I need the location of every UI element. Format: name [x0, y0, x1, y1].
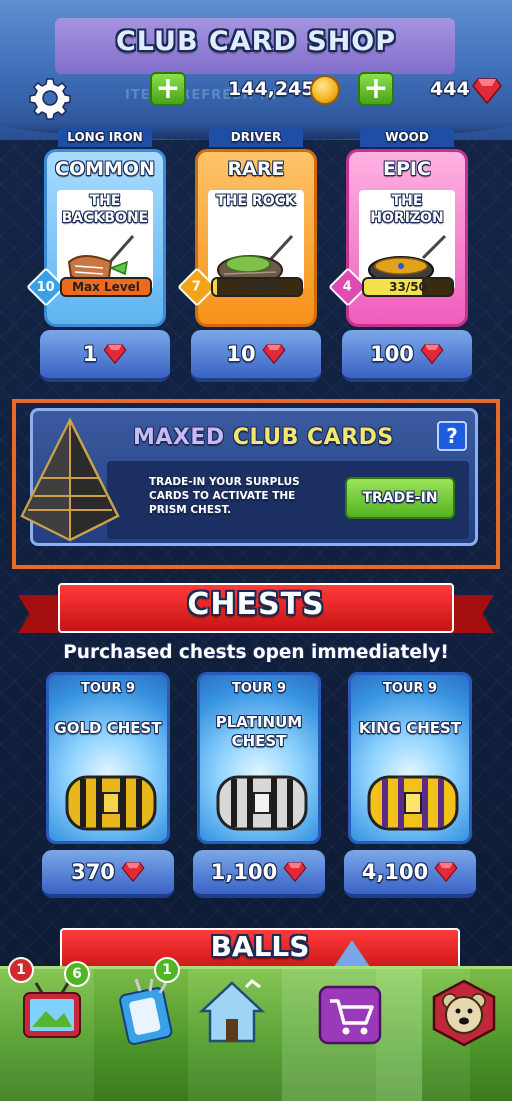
tv-icon [23, 982, 81, 1038]
buy-chest-button[interactable]: 4,100 [344, 850, 476, 898]
nav-tab-shop[interactable] [314, 977, 386, 1049]
chest-name-line2: CHEST [231, 732, 287, 750]
nav-tab-home[interactable] [196, 977, 268, 1049]
platinum-chest-icon [216, 775, 308, 831]
tour-label: TOUR 9 [80, 681, 136, 696]
price-value: 1 [82, 342, 98, 366]
trade-in-button[interactable]: TRADE-IN [345, 477, 455, 519]
balls-heading: BALLS [210, 930, 310, 963]
club-card-driver[interactable]: DRIVER RARE THE ROCK 7 20/400 10 [177, 127, 321, 387]
buy-chest-button[interactable]: 370 [42, 850, 174, 898]
price-value: 4,100 [361, 860, 429, 884]
progress-text: 20/400 [233, 280, 281, 294]
maxed-title: MAXED CLUB CARDS [133, 425, 394, 450]
club-name-line2: HORIZON [370, 210, 444, 226]
gem-balance: 444 [430, 78, 470, 100]
gem-icon [472, 78, 502, 104]
club-type-label: DRIVER [209, 127, 303, 147]
coin-icon [310, 75, 340, 105]
rarity-label: RARE [227, 158, 285, 180]
club-name-line1: THE [89, 193, 121, 209]
chest-name-line1: PLATINUM [215, 713, 303, 731]
price-value: 100 [370, 342, 414, 366]
home-icon [198, 979, 266, 1043]
gem-icon [283, 862, 307, 882]
gem-icon [420, 344, 444, 364]
chests-subtitle: Purchased chests open immediately! [63, 642, 449, 663]
gem-icon [434, 862, 458, 882]
gold-chest-offer[interactable]: TOUR 9 GOLD CHEST 370 [42, 672, 174, 904]
club-card-shop-screen: CLUB CARD SHOP ITEMS REFRESH IN + 144,24… [0, 0, 512, 1101]
gem-icon [121, 862, 145, 882]
chest-card: TOUR 9 GOLD CHEST [46, 672, 170, 844]
club-card-long-iron[interactable]: LONG IRON COMMON THE BACKBONE 10 Max Lev… [26, 127, 170, 387]
help-button[interactable]: ? [437, 421, 467, 451]
buy-card-button[interactable]: 10 [191, 330, 321, 382]
nav-tab-tv[interactable] [16, 977, 88, 1049]
chest-card: TOUR 9 PLATINUM CHEST [197, 672, 321, 844]
club-card-wood[interactable]: WOOD EPIC THE HORIZON 4 33/50 100 [328, 127, 472, 387]
club-name-line1: THE ROCK [216, 193, 296, 209]
card-progress-bar: 20/400 [211, 277, 303, 297]
nav-tab-clubhouse[interactable] [428, 977, 500, 1049]
gem-icon [262, 344, 286, 364]
price-value: 1,100 [210, 860, 278, 884]
king-chest-offer[interactable]: TOUR 9 KING CHEST 4,100 [344, 672, 476, 904]
bottom-nav: 1 6 1 [0, 957, 512, 1101]
card-frame: COMMON THE BACKBONE [44, 149, 166, 327]
rarity-label: COMMON [55, 158, 155, 180]
settings-gear-icon[interactable] [28, 76, 72, 120]
notification-badge: 1 [154, 957, 180, 983]
prism-chest-icon [20, 417, 120, 542]
notification-badge: 1 [8, 957, 34, 983]
platinum-chest-offer[interactable]: TOUR 9 PLATINUM CHEST 1,100 [193, 672, 325, 904]
card-progress-bar: 33/50 [362, 277, 454, 297]
card-art: THE BACKBONE [57, 190, 153, 290]
chest-card: TOUR 9 KING CHEST [348, 672, 472, 844]
page-title: CLUB CARD SHOP [115, 26, 397, 57]
nav-tab-golf-bag[interactable] [110, 977, 182, 1049]
card-art: THE ROCK [208, 190, 304, 290]
club-name-line1: THE [391, 193, 423, 209]
buy-gems-button[interactable]: + [358, 72, 394, 106]
price-value: 370 [71, 860, 115, 884]
progress-text: 33/50 [389, 280, 427, 294]
buy-card-button[interactable]: 1 [40, 330, 170, 382]
golf-bag-icon [119, 978, 173, 1045]
card-frame: RARE THE ROCK [195, 149, 317, 327]
card-frame: EPIC THE HORIZON [346, 149, 468, 327]
chest-name: GOLD CHEST [54, 719, 162, 737]
card-progress-bar: Max Level [60, 277, 152, 297]
coin-balance: 144,245 [228, 78, 315, 100]
bear-icon [432, 979, 496, 1047]
chests-ribbon: CHESTS [18, 583, 494, 635]
buy-card-button[interactable]: 100 [342, 330, 472, 382]
price-value: 10 [226, 342, 256, 366]
tour-label: TOUR 9 [231, 681, 287, 696]
card-art: THE HORIZON [359, 190, 455, 290]
notification-badge: 6 [64, 961, 90, 987]
club-type-label: LONG IRON [58, 127, 152, 147]
maxed-description: TRADE-IN YOUR SURPLUS CARDS TO ACTIVATE … [149, 476, 300, 516]
tour-label: TOUR 9 [382, 681, 438, 696]
rarity-label: EPIC [383, 158, 431, 180]
gem-icon [103, 344, 127, 364]
chests-heading: CHESTS [187, 587, 325, 622]
progress-text: Max Level [72, 280, 140, 294]
buy-coins-button[interactable]: + [150, 72, 186, 106]
gold-chest-icon [65, 775, 157, 831]
buy-chest-button[interactable]: 1,100 [193, 850, 325, 898]
shopping-cart-icon [318, 985, 382, 1045]
chest-name: KING CHEST [358, 719, 462, 737]
club-name-line2: BACKBONE [61, 210, 149, 226]
king-chest-icon [367, 775, 459, 831]
club-type-label: WOOD [360, 127, 454, 147]
